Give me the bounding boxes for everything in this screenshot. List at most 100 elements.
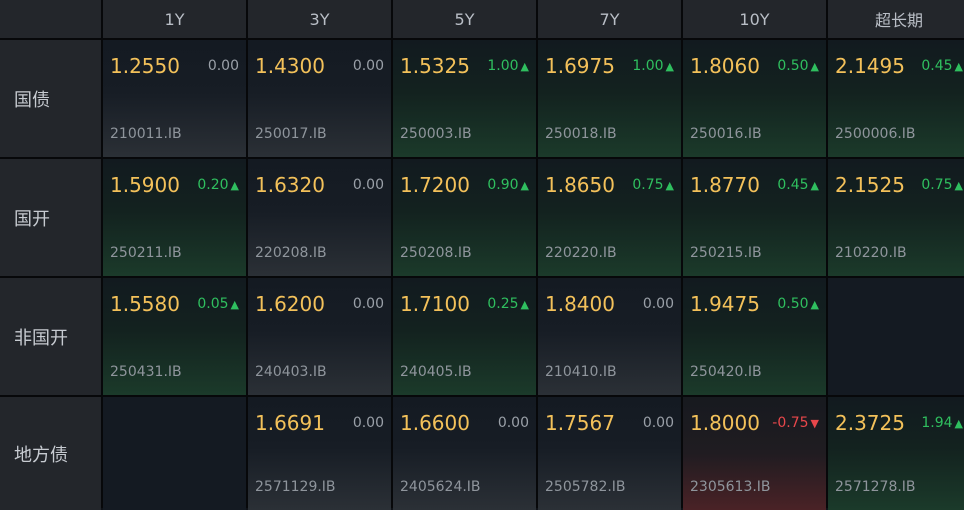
change-number: 0.50 (777, 296, 809, 312)
yield-value: 1.7200 (400, 173, 470, 197)
bond-code: 250017.IB (255, 126, 327, 142)
yield-value: 1.5325 (400, 54, 470, 78)
change-number: 1.00 (632, 58, 664, 74)
column-header-4[interactable]: 7Y (538, 0, 681, 38)
change-value: 1.00 ▲ (632, 58, 674, 74)
change-number: 0.75 (921, 177, 953, 193)
yield-cell[interactable]: 1.5325 1.00 ▲ 250003.IB (393, 40, 536, 157)
change-value: 0.45 ▲ (921, 58, 963, 74)
yield-value: 2.1525 (835, 173, 905, 197)
yield-value: 2.1495 (835, 54, 905, 78)
yield-cell[interactable]: 2.1495 0.45 ▲ 2500006.IB (828, 40, 964, 157)
row-label: 地方债 (0, 397, 101, 510)
change-value: 0.25 ▲ (487, 296, 529, 312)
yield-cell[interactable]: 1.7200 0.90 ▲ 250208.IB (393, 159, 536, 276)
arrow-up-icon: ▲ (520, 297, 529, 311)
change-value: 1.94 ▲ (921, 415, 963, 431)
yield-cell[interactable]: 2.3725 1.94 ▲ 2571278.IB (828, 397, 964, 510)
change-number: 0.05 (197, 296, 229, 312)
yield-value: 2.3725 (835, 411, 905, 435)
change-value: 0.75 ▲ (921, 177, 963, 193)
bond-code: 2500006.IB (835, 126, 916, 142)
yield-value: 1.8400 (545, 292, 615, 316)
yield-cell[interactable]: 1.5900 0.20 ▲ 250211.IB (103, 159, 246, 276)
bond-code: 250431.IB (110, 364, 182, 380)
row-label: 非国开 (0, 278, 101, 395)
bond-code: 250420.IB (690, 364, 762, 380)
yield-cell[interactable]: 1.8060 0.50 ▲ 250016.IB (683, 40, 826, 157)
arrow-up-icon: ▲ (810, 297, 819, 311)
yield-value: 1.8650 (545, 173, 615, 197)
yield-value: 1.7567 (545, 411, 615, 435)
column-header-5[interactable]: 10Y (683, 0, 826, 38)
yield-cell[interactable]: 1.4300 0.00 250017.IB (248, 40, 391, 157)
yield-cell[interactable]: 1.9475 0.50 ▲ 250420.IB (683, 278, 826, 395)
yield-value: 1.6975 (545, 54, 615, 78)
yield-value: 1.4300 (255, 54, 325, 78)
yield-value: 1.2550 (110, 54, 180, 78)
bond-code: 2405624.IB (400, 479, 481, 495)
change-value: 0.90 ▲ (487, 177, 529, 193)
change-value: 1.00 ▲ (487, 58, 529, 74)
yield-cell[interactable]: 1.6200 0.00 240403.IB (248, 278, 391, 395)
change-number: 0.00 (352, 58, 384, 74)
arrow-up-icon: ▲ (230, 297, 239, 311)
yield-cell[interactable]: 1.8770 0.45 ▲ 250215.IB (683, 159, 826, 276)
change-number: 0.00 (497, 415, 529, 431)
column-header-3[interactable]: 5Y (393, 0, 536, 38)
arrow-up-icon: ▲ (810, 178, 819, 192)
arrow-up-icon: ▲ (665, 178, 674, 192)
change-value: 0.00 (353, 58, 384, 74)
yield-value: 1.6200 (255, 292, 325, 316)
empty-cell (828, 278, 964, 395)
yield-cell[interactable]: 1.7100 0.25 ▲ 240405.IB (393, 278, 536, 395)
column-header-1[interactable]: 1Y (103, 0, 246, 38)
yield-value: 1.6600 (400, 411, 470, 435)
yield-value: 1.5580 (110, 292, 180, 316)
change-value: 0.20 ▲ (197, 177, 239, 193)
arrow-up-icon: ▲ (810, 59, 819, 73)
yield-value: 1.8770 (690, 173, 760, 197)
arrow-up-icon: ▲ (230, 178, 239, 192)
change-value: 0.00 (643, 415, 674, 431)
yield-cell[interactable]: 1.7567 0.00 2505782.IB (538, 397, 681, 510)
bond-code: 250211.IB (110, 245, 182, 261)
bond-code: 2571129.IB (255, 479, 336, 495)
yield-cell[interactable]: 1.6320 0.00 220208.IB (248, 159, 391, 276)
yield-cell[interactable]: 1.5580 0.05 ▲ 250431.IB (103, 278, 246, 395)
change-number: 0.00 (207, 58, 239, 74)
change-number: 0.90 (487, 177, 519, 193)
yield-value: 1.8060 (690, 54, 760, 78)
column-header-2[interactable]: 3Y (248, 0, 391, 38)
yield-cell[interactable]: 1.8650 0.75 ▲ 220220.IB (538, 159, 681, 276)
bond-code: 210011.IB (110, 126, 182, 142)
bond-code: 2505782.IB (545, 479, 626, 495)
change-number: 0.00 (352, 296, 384, 312)
change-number: 1.00 (487, 58, 519, 74)
change-value: -0.75 ▼ (772, 415, 819, 431)
bond-code: 2571278.IB (835, 479, 916, 495)
change-number: 0.00 (642, 415, 674, 431)
change-value: 0.45 ▲ (777, 177, 819, 193)
yield-cell[interactable]: 1.6600 0.00 2405624.IB (393, 397, 536, 510)
bond-code: 210220.IB (835, 245, 907, 261)
change-value: 0.00 (208, 58, 239, 74)
change-number: 0.50 (777, 58, 809, 74)
column-header-6[interactable]: 超长期 (828, 0, 964, 38)
arrow-up-icon: ▲ (520, 59, 529, 73)
yield-cell[interactable]: 1.6691 0.00 2571129.IB (248, 397, 391, 510)
row-label: 国债 (0, 40, 101, 157)
yield-value: 1.5900 (110, 173, 180, 197)
yield-cell[interactable]: 1.6975 1.00 ▲ 250018.IB (538, 40, 681, 157)
change-number: 0.45 (777, 177, 809, 193)
change-value: 0.00 (353, 296, 384, 312)
yield-cell[interactable]: 1.2550 0.00 210011.IB (103, 40, 246, 157)
yield-cell[interactable]: 1.8400 0.00 210410.IB (538, 278, 681, 395)
yield-value: 1.6691 (255, 411, 325, 435)
yield-value: 1.8000 (690, 411, 760, 435)
yield-value: 1.7100 (400, 292, 470, 316)
yield-cell[interactable]: 1.8000 -0.75 ▼ 2305613.IB (683, 397, 826, 510)
change-value: 0.00 (643, 296, 674, 312)
change-number: -0.75 (772, 415, 809, 431)
yield-cell[interactable]: 2.1525 0.75 ▲ 210220.IB (828, 159, 964, 276)
